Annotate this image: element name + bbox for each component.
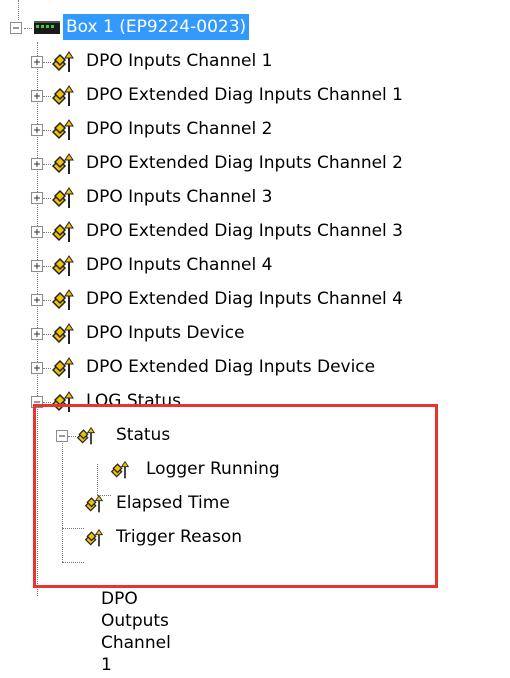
input-variable-icon xyxy=(51,322,75,346)
tree-line xyxy=(43,402,51,403)
input-variable-icon xyxy=(51,220,75,244)
expand-toggle[interactable] xyxy=(31,192,43,204)
tree-view[interactable]: Box 1 (EP9224-0023) DPO Inputs Channel 1… xyxy=(0,0,510,675)
box-module-icon xyxy=(32,16,62,40)
expand-toggle[interactable] xyxy=(31,328,43,340)
tree-item-label: DPO Inputs Channel 1 xyxy=(86,51,273,71)
tree-line xyxy=(43,198,51,199)
tree-item-label: DPO Extended Diag Inputs Channel 1 xyxy=(86,85,403,105)
tree-root-label[interactable]: Box 1 (EP9224-0023) xyxy=(63,14,250,40)
input-variable-icon xyxy=(51,254,75,278)
tree-line xyxy=(43,300,51,301)
expand-toggle[interactable] xyxy=(31,294,43,306)
tree-item-label: DPO Inputs Channel 4 xyxy=(86,255,273,275)
expand-toggle[interactable] xyxy=(31,158,43,170)
tree-item-label: DPO Extended Diag Inputs Channel 3 xyxy=(86,221,403,241)
expand-toggle[interactable] xyxy=(31,56,43,68)
expand-toggle[interactable] xyxy=(31,90,43,102)
tree-line xyxy=(43,96,51,97)
tree-line xyxy=(43,266,51,267)
input-variable-icon xyxy=(51,84,75,108)
expand-toggle[interactable] xyxy=(31,362,43,374)
expand-toggle[interactable] xyxy=(31,260,43,272)
expand-toggle[interactable] xyxy=(31,124,43,136)
input-variable-icon xyxy=(51,186,75,210)
tree-line xyxy=(43,130,51,131)
tree-item-label: DPO Inputs Channel 2 xyxy=(86,119,273,139)
collapse-toggle[interactable] xyxy=(10,22,22,34)
tree-line xyxy=(24,28,32,29)
tree-item-label: DPO Inputs Channel 3 xyxy=(86,187,273,207)
tree-line xyxy=(43,62,51,63)
input-variable-icon xyxy=(51,118,75,142)
highlight-frame xyxy=(33,404,438,588)
tree-item-label: DPO Inputs Device xyxy=(86,323,245,343)
tree-item-label: DPO Extended Diag Inputs Channel 4 xyxy=(86,289,403,309)
tree-line xyxy=(43,232,51,233)
tree-line xyxy=(43,368,51,369)
tree-item-label: DPO Extended Diag Inputs Device xyxy=(86,357,376,377)
expand-toggle[interactable] xyxy=(31,226,43,238)
tree-line xyxy=(43,164,51,165)
tree-item-label: DPO Extended Diag Inputs Channel 2 xyxy=(86,153,403,173)
input-variable-icon xyxy=(51,356,75,380)
tree-line xyxy=(43,334,51,335)
input-variable-icon xyxy=(51,50,75,74)
input-variable-icon xyxy=(51,288,75,312)
tree-line xyxy=(18,0,19,20)
tree-item-label: DPO Outputs Channel 1 xyxy=(101,589,171,675)
input-variable-icon xyxy=(51,152,75,176)
